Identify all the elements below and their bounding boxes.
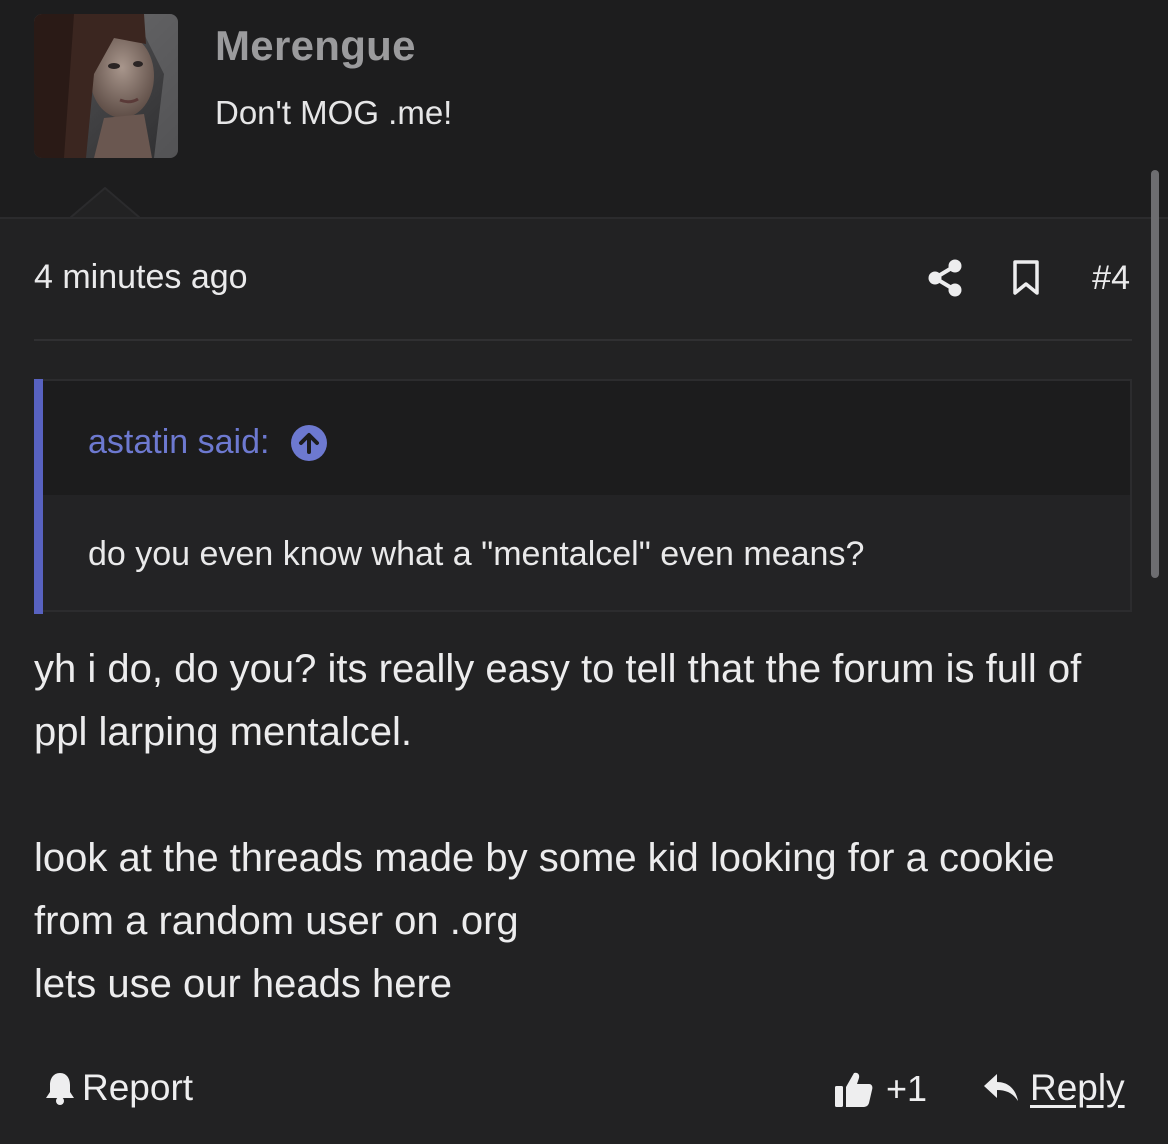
- header-pointer: [70, 187, 140, 219]
- post-user-header: Merengue Don't MOG .me!: [0, 0, 1168, 219]
- reply-button[interactable]: Reply: [982, 1067, 1125, 1109]
- quote-header: astatin said:: [43, 381, 1130, 495]
- quote-body: do you even know what a "mentalcel" even…: [43, 495, 1130, 610]
- quote-block: astatin said: do you even know what a "m…: [34, 379, 1132, 614]
- message-line: look at the threads made by some kid loo…: [34, 836, 1055, 943]
- bell-icon: [44, 1070, 76, 1106]
- quote-text: do you even know what a "mentalcel" even…: [88, 535, 865, 573]
- post-meta-actions: #4: [928, 256, 1130, 300]
- thumbs-up-icon[interactable]: [834, 1069, 874, 1109]
- report-label[interactable]: Report: [82, 1067, 193, 1109]
- quote-author-label[interactable]: astatin said:: [88, 423, 269, 462]
- post-timestamp[interactable]: 4 minutes ago: [34, 258, 248, 297]
- report-button[interactable]: Report: [44, 1067, 193, 1109]
- reply-label[interactable]: Reply: [1030, 1067, 1125, 1109]
- meta-divider: [34, 339, 1132, 341]
- post-number-link[interactable]: #4: [1092, 259, 1130, 298]
- post-message: yh i do, do you? its really easy to tell…: [34, 638, 1134, 1016]
- header-divider: [0, 217, 1168, 219]
- forum-post: Merengue Don't MOG .me! 4 minutes ago #4: [0, 0, 1168, 1144]
- share-icon[interactable]: [928, 259, 964, 297]
- avatar[interactable]: [34, 14, 178, 158]
- like-count: +1: [886, 1068, 928, 1109]
- user-title: Don't MOG .me!: [215, 94, 453, 131]
- like-button[interactable]: +1: [834, 1068, 927, 1110]
- bookmark-icon[interactable]: [1012, 260, 1040, 296]
- quote-author-link[interactable]: astatin said:: [88, 423, 328, 462]
- reply-arrow-icon: [982, 1072, 1020, 1104]
- scrollbar[interactable]: [1151, 170, 1159, 578]
- arrow-up-circle-icon[interactable]: [291, 424, 328, 461]
- username[interactable]: Merengue: [215, 22, 416, 70]
- quote-accent-bar: [34, 379, 43, 614]
- message-paragraph: yh i do, do you? its really easy to tell…: [34, 647, 1082, 754]
- message-line: lets use our heads here: [34, 962, 453, 1006]
